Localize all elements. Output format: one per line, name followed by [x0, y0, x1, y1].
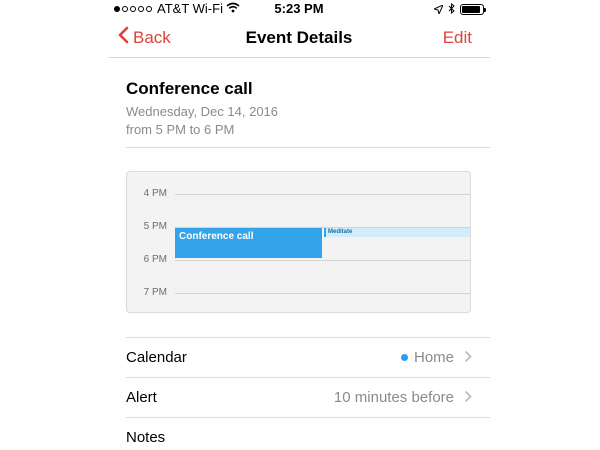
chevron-right-icon	[464, 390, 472, 408]
calendar-value-text: Home	[413, 349, 454, 366]
alert-value: 10 minutes before	[333, 389, 454, 406]
status-time: 5:23 PM	[274, 1, 324, 16]
day-view: 4 PM 5 PM 6 PM 7 PM Conference call Medi…	[126, 171, 471, 313]
bluetooth-icon	[448, 2, 455, 17]
calendar-value: Home	[400, 349, 454, 366]
hour-label: 6 PM	[143, 254, 167, 265]
hour-row-4pm: 4 PM	[127, 188, 470, 202]
hour-label: 5 PM	[143, 221, 167, 232]
battery-icon	[460, 4, 486, 15]
event-date: Wednesday, Dec 14, 2016	[126, 104, 279, 119]
notes-label: Notes	[126, 429, 166, 446]
hour-row-7pm: 7 PM	[127, 287, 470, 301]
location-arrow-icon	[432, 2, 444, 17]
phone-screen: AT&T Wi-Fi 5:23 PM Back Event Details Ed…	[108, 0, 490, 450]
navigation-bar: Back Event Details Edit	[108, 18, 490, 58]
calendar-label: Calendar	[126, 349, 187, 366]
alert-row[interactable]: Alert 10 minutes before	[126, 378, 490, 418]
notes-row[interactable]: Notes	[126, 418, 490, 450]
alert-label: Alert	[126, 389, 157, 406]
status-bar-right	[432, 2, 486, 17]
event-title: Conference call	[126, 79, 253, 98]
event-block-conference-call[interactable]: Conference call	[175, 228, 322, 258]
divider	[126, 147, 490, 148]
hour-line	[175, 260, 470, 261]
event-block-meditate[interactable]: Meditate	[324, 228, 470, 237]
chevron-right-icon	[464, 350, 472, 368]
calendar-row[interactable]: Calendar Home	[126, 338, 490, 378]
event-time-range: from 5 PM to 6 PM	[126, 122, 235, 137]
calendar-color-dot	[400, 354, 408, 361]
hour-label: 7 PM	[143, 287, 167, 298]
hour-line	[175, 194, 470, 195]
edit-button[interactable]: Edit	[443, 28, 472, 48]
hour-line	[175, 293, 470, 294]
status-bar: AT&T Wi-Fi 5:23 PM	[108, 0, 490, 18]
hour-label: 4 PM	[143, 188, 167, 199]
page-title: Event Details	[245, 28, 353, 47]
